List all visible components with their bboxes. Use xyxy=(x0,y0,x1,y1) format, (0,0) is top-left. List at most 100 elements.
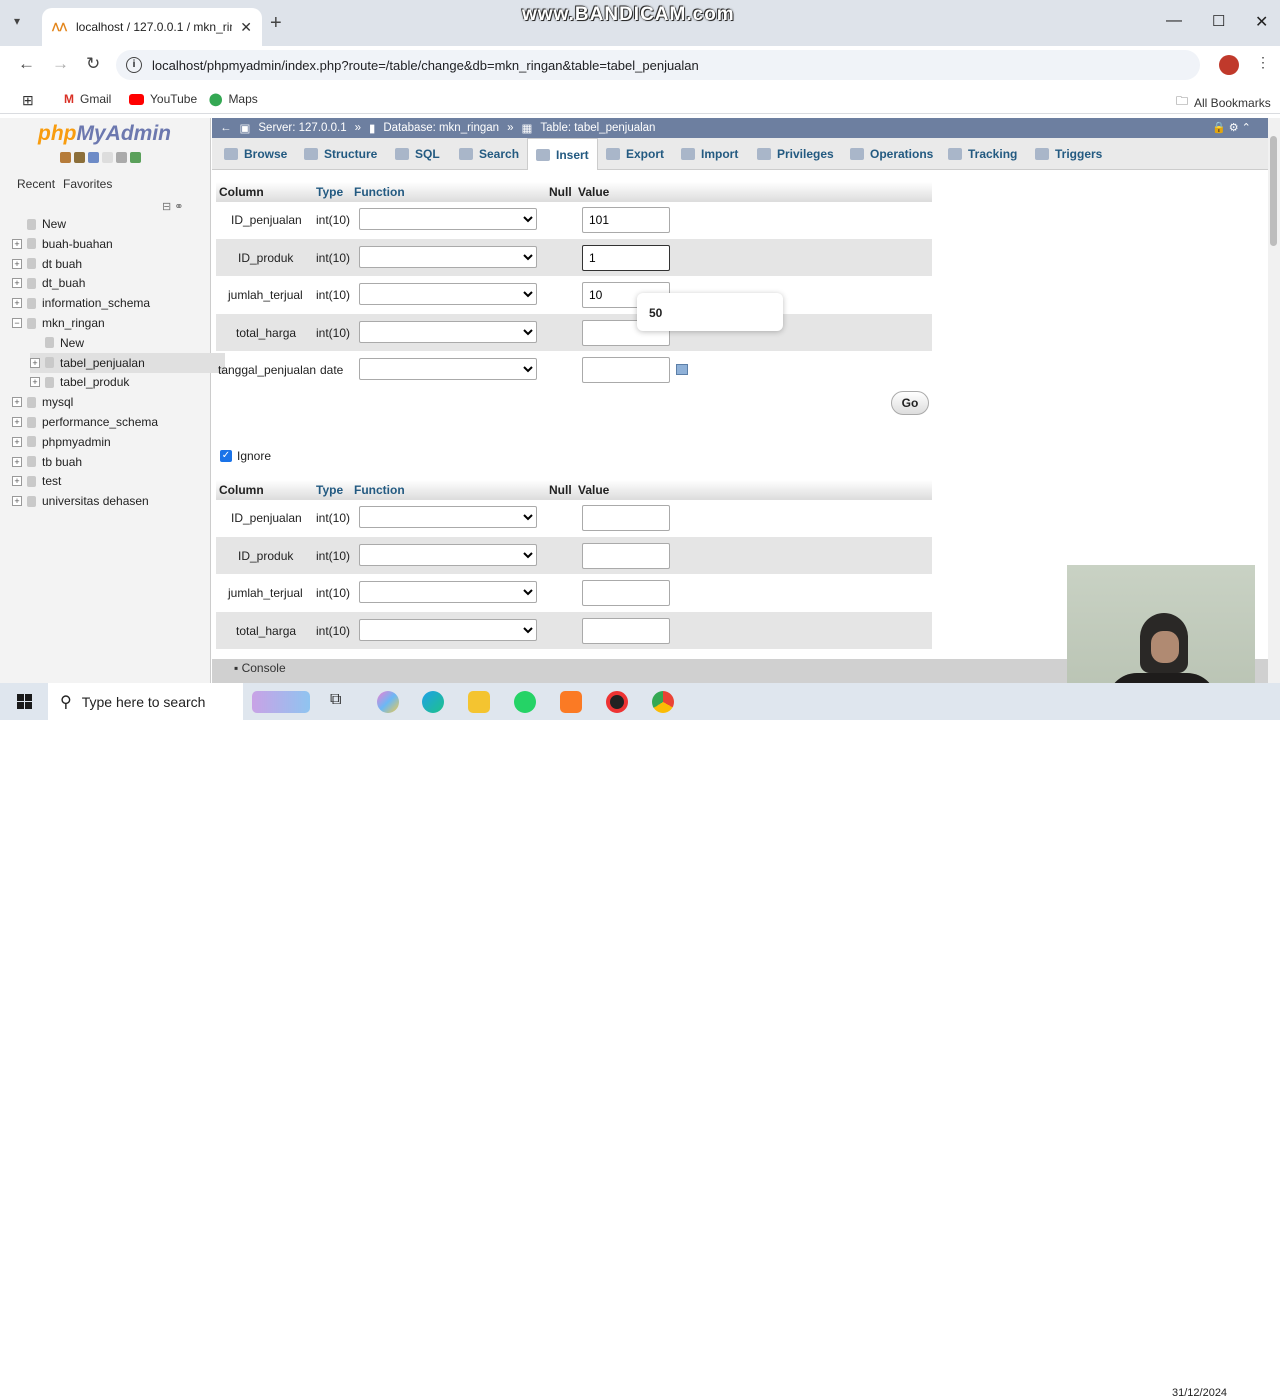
tree-item[interactable]: + buah-buahan xyxy=(12,234,207,254)
tree-item[interactable]: + tb buah xyxy=(12,452,207,472)
reload-nav-icon[interactable] xyxy=(130,152,141,163)
tab-structure[interactable]: Structure xyxy=(296,138,385,170)
tree-item[interactable]: + information_schema xyxy=(12,293,207,313)
reload-icon[interactable]: ↻ xyxy=(86,54,100,74)
expand-icon[interactable]: + xyxy=(12,258,22,269)
home-icon[interactable] xyxy=(60,152,71,163)
expand-icon[interactable]: + xyxy=(12,436,22,447)
tree-item[interactable]: + test xyxy=(12,471,207,491)
new-tab-icon[interactable]: + xyxy=(270,12,282,35)
tree-item[interactable]: + performance_schema xyxy=(12,412,207,432)
tree-item[interactable]: − mkn_ringan xyxy=(12,313,207,333)
minimize-icon[interactable]: — xyxy=(1166,12,1182,30)
sidebar-tab-favorites[interactable]: Favorites xyxy=(58,175,117,193)
expand-icon[interactable]: + xyxy=(12,456,22,467)
function-select[interactable] xyxy=(359,320,537,343)
tree-item[interactable]: + dt_buah xyxy=(12,273,207,293)
value-input[interactable] xyxy=(582,542,670,569)
news-widget-icon[interactable] xyxy=(252,691,310,713)
crumb-table[interactable]: Table: tabel_penjualan xyxy=(540,122,655,134)
help-icon[interactable] xyxy=(88,152,99,163)
tab-search[interactable]: Search xyxy=(451,138,527,170)
tree-item[interactable]: New xyxy=(30,333,225,353)
function-select[interactable] xyxy=(359,618,537,641)
checkbox-checked-icon[interactable]: ✓ xyxy=(220,450,232,462)
close-window-icon[interactable]: ✕ xyxy=(1255,12,1268,32)
browser-tab[interactable]: ᐱᐱ localhost / 127.0.0.1 / mkn_ring ✕ xyxy=(42,8,262,46)
tab-tracking[interactable]: Tracking xyxy=(940,138,1025,170)
tab-browse[interactable]: Browse xyxy=(216,138,295,170)
phpmyadmin-logo[interactable]: phpMyAdmin xyxy=(38,122,171,146)
expand-icon[interactable]: + xyxy=(30,357,40,368)
expand-icon[interactable]: + xyxy=(12,417,22,427)
ignore-checkbox[interactable]: ✓ Ignore xyxy=(220,449,271,463)
tab-export[interactable]: Export xyxy=(598,138,672,170)
function-select[interactable] xyxy=(359,208,537,230)
tab-search-icon[interactable]: ▾ xyxy=(14,14,20,28)
taskbar-search[interactable]: ⚲ Type here to search xyxy=(48,683,243,720)
address-bar[interactable]: i localhost/phpmyadmin/index.php?route=/… xyxy=(116,50,1200,80)
function-select[interactable] xyxy=(359,506,537,528)
all-bookmarks[interactable]: 🗀 All Bookmarks xyxy=(1176,92,1271,113)
apps-grid-icon[interactable]: ⊞ xyxy=(22,92,34,109)
menu-icon[interactable]: ⋮ xyxy=(1256,54,1270,71)
expand-icon[interactable]: + xyxy=(30,377,40,388)
function-select[interactable] xyxy=(359,245,537,268)
tree-item[interactable]: + tabel_penjualan xyxy=(30,352,225,373)
bandicam-icon[interactable] xyxy=(606,691,628,713)
value-input[interactable] xyxy=(582,505,670,531)
expand-icon[interactable]: + xyxy=(12,238,22,249)
maximize-icon[interactable]: ☐ xyxy=(1212,12,1225,30)
tree-item[interactable]: + tabel_produk xyxy=(30,372,225,392)
tab-import[interactable]: Import xyxy=(673,138,746,170)
function-select[interactable] xyxy=(359,543,537,566)
header-function[interactable]: Function xyxy=(354,483,405,497)
crumb-settings-icons[interactable]: 🔒 ⚙ ⌃ xyxy=(1212,121,1251,134)
tree-item[interactable]: + dt buah xyxy=(12,254,207,274)
tab-operations[interactable]: Operations xyxy=(842,138,941,170)
file-explorer-icon[interactable] xyxy=(468,691,490,713)
bookmark-youtube[interactable]: YouTube xyxy=(129,92,197,106)
chrome-icon[interactable] xyxy=(652,691,674,713)
scrollbar[interactable] xyxy=(1268,118,1280,683)
tree-item[interactable]: + phpmyadmin xyxy=(12,432,207,452)
expand-icon[interactable]: + xyxy=(12,496,22,507)
profile-avatar[interactable] xyxy=(1219,55,1239,75)
edge-icon[interactable] xyxy=(422,691,444,713)
tree-item[interactable]: + universitas dehasen xyxy=(12,491,207,511)
tab-triggers[interactable]: Triggers xyxy=(1027,138,1110,170)
function-select[interactable] xyxy=(359,358,537,380)
scrollbar-thumb[interactable] xyxy=(1270,136,1277,246)
sidebar-tab-recent[interactable]: Recent xyxy=(12,175,60,193)
logout-icon[interactable] xyxy=(74,152,85,163)
collapse-link-icon[interactable]: ⊟ ⚭ xyxy=(162,200,184,213)
copilot-icon[interactable] xyxy=(377,691,399,713)
expand-icon[interactable]: + xyxy=(12,476,22,487)
function-select[interactable] xyxy=(359,283,537,305)
task-view-icon[interactable]: ⧉ xyxy=(330,691,352,713)
value-input[interactable] xyxy=(582,580,670,606)
calendar-icon[interactable] xyxy=(676,364,688,375)
bookmark-maps[interactable]: ⬤ Maps xyxy=(209,92,258,106)
xampp-icon[interactable] xyxy=(560,691,582,713)
expand-icon[interactable]: + xyxy=(12,397,22,408)
header-type[interactable]: Type xyxy=(316,185,343,199)
crumb-back-icon[interactable]: ← xyxy=(220,122,232,134)
whatsapp-icon[interactable] xyxy=(514,691,536,713)
windows-start-icon[interactable] xyxy=(17,694,32,709)
tree-item[interactable]: New xyxy=(12,214,207,234)
docs-icon[interactable] xyxy=(102,152,113,163)
value-input[interactable] xyxy=(582,244,670,271)
back-icon[interactable]: ← xyxy=(18,54,35,74)
close-tab-icon[interactable]: ✕ xyxy=(240,19,252,36)
crumb-server[interactable]: Server: 127.0.0.1 xyxy=(258,122,346,134)
expand-icon[interactable]: + xyxy=(12,298,22,309)
go-button[interactable]: Go xyxy=(891,391,929,415)
collapse-icon[interactable]: − xyxy=(12,318,22,328)
value-input[interactable] xyxy=(582,617,670,644)
value-input[interactable] xyxy=(582,357,670,383)
function-select[interactable] xyxy=(359,581,537,603)
crumb-database[interactable]: Database: mkn_ringan xyxy=(383,122,499,134)
tab-privileges[interactable]: Privileges xyxy=(749,138,842,170)
autocomplete-suggestion[interactable]: 50 xyxy=(637,293,783,331)
